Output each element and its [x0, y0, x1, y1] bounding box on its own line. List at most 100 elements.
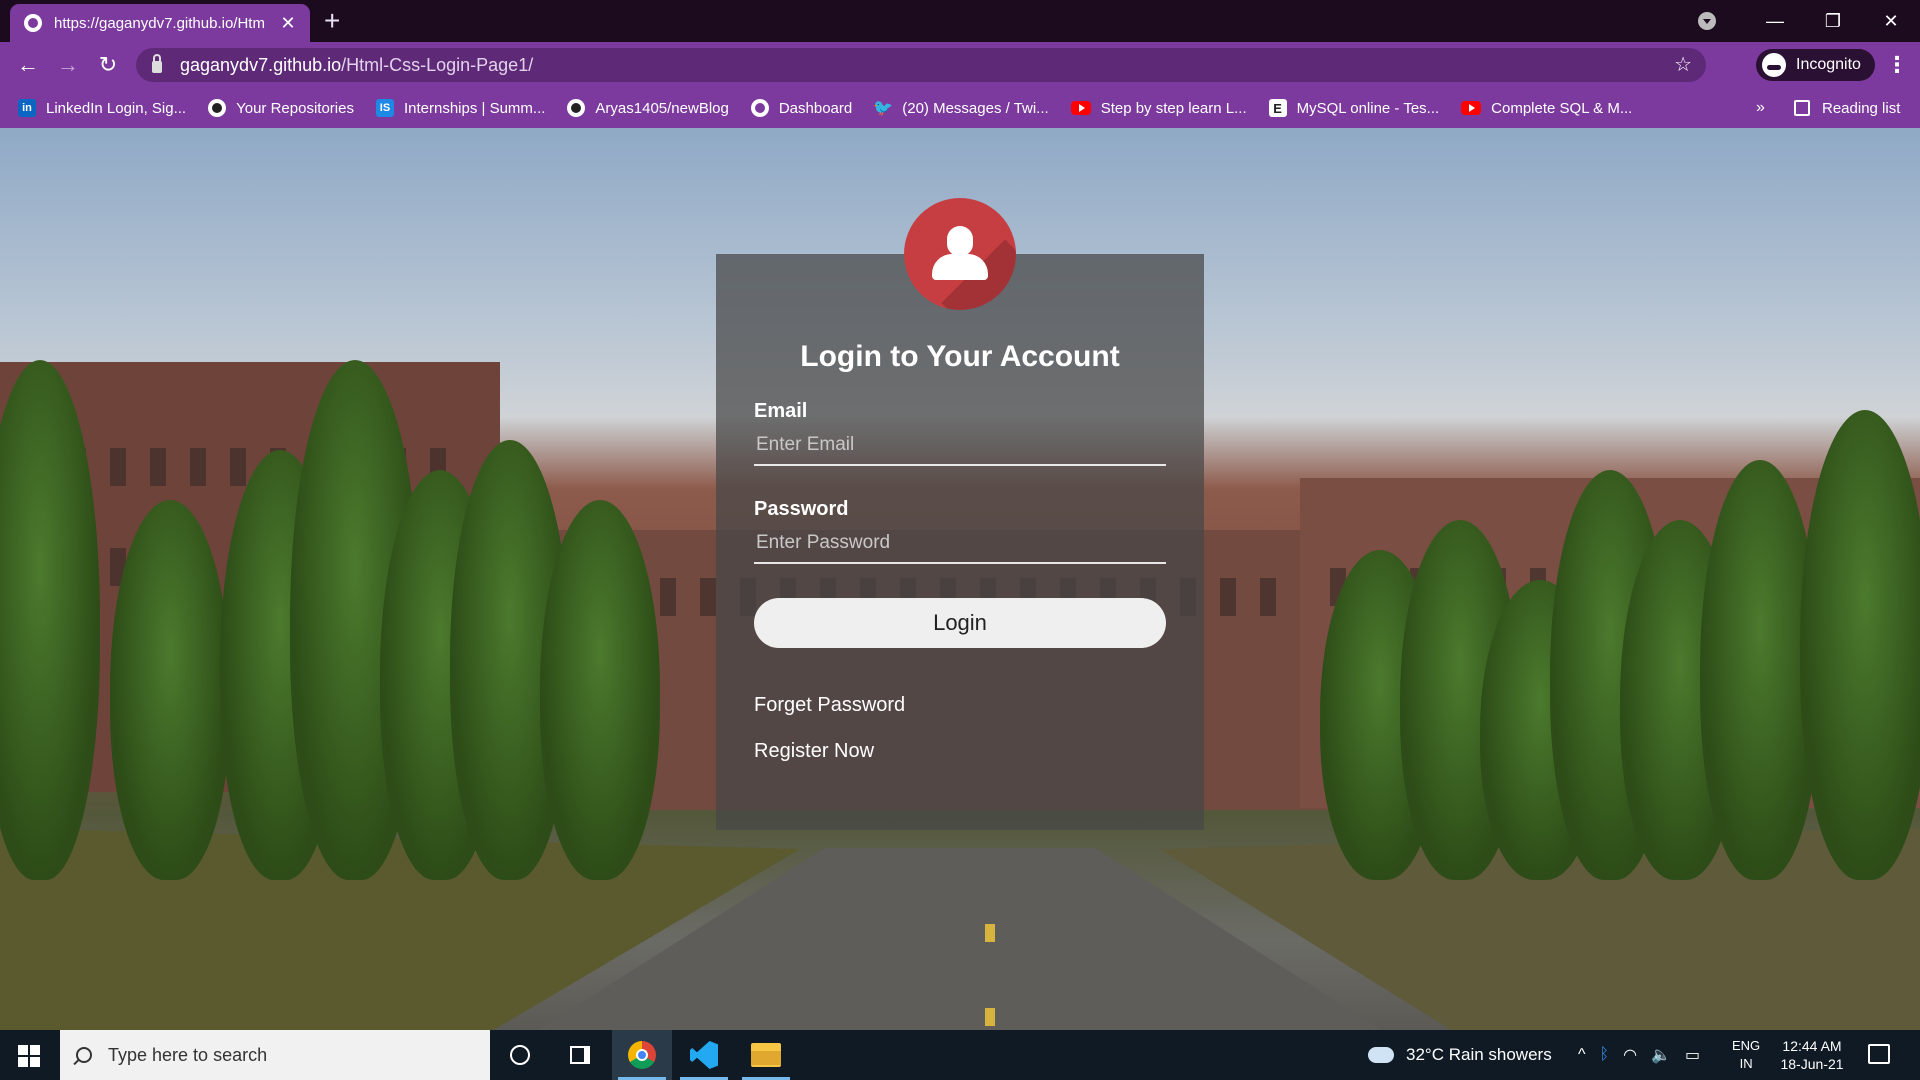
bookmark-item[interactable]: E MySQL online - Tes... [1268, 99, 1440, 117]
window-controls: — ❐ ✕ [1698, 0, 1920, 42]
taskbar-vscode[interactable] [674, 1030, 734, 1080]
tab-search-icon[interactable] [1698, 12, 1716, 30]
bookmark-item[interactable]: Aryas1405/newBlog [567, 99, 729, 117]
tab-strip: https://gaganydv7.github.io/Htm ✕ + — ❐ … [0, 0, 1920, 42]
url-host: gaganydv7.github.io [180, 54, 342, 75]
incognito-label: Incognito [1796, 56, 1861, 73]
tree [110, 500, 230, 880]
browser-toolbar: ← → ↻ gaganydv7.github.io/Html-Css-Login… [0, 42, 1920, 88]
task-view-icon [570, 1046, 590, 1064]
login-title: Login to Your Account [800, 340, 1120, 373]
volume-icon[interactable]: 🔈 [1651, 1045, 1671, 1065]
globe-icon [750, 99, 769, 117]
chrome-icon [628, 1041, 656, 1069]
address-bar[interactable]: gaganydv7.github.io/Html-Css-Login-Page1… [136, 48, 1706, 82]
forward-button[interactable]: → [48, 52, 88, 78]
lang-code: ENG [1732, 1038, 1761, 1053]
lock-icon[interactable] [152, 54, 162, 73]
vscode-icon [690, 1041, 718, 1069]
bookmark-item[interactable]: in LinkedIn Login, Sig... [18, 99, 186, 117]
chevron-up-icon[interactable]: ^ [1578, 1046, 1586, 1064]
region-code: IN [1739, 1056, 1753, 1071]
close-tab-icon[interactable]: ✕ [278, 13, 298, 34]
weather-widget[interactable]: 32°C Rain showers [1368, 1030, 1552, 1080]
task-view-button[interactable] [550, 1030, 610, 1080]
battery-icon[interactable]: ▭ [1685, 1045, 1700, 1065]
cortana-button[interactable] [490, 1030, 550, 1080]
youtube-icon [1070, 101, 1091, 115]
bookmark-item[interactable]: IS Internships | Summ... [375, 99, 546, 117]
url-path: /Html-Css-Login-Page1/ [341, 54, 534, 75]
new-tab-button[interactable]: + [324, 6, 340, 36]
bookmark-item[interactable]: Complete SQL & M... [1461, 100, 1632, 117]
incognito-badge[interactable]: Incognito [1756, 49, 1875, 81]
bookmark-label: Step by step learn L... [1100, 99, 1247, 117]
lane-marking [985, 1008, 995, 1026]
youtube-icon [1461, 101, 1482, 115]
search-icon [76, 1047, 92, 1063]
minimize-button[interactable]: — [1746, 0, 1804, 42]
bookmark-label: Dashboard [778, 99, 853, 117]
password-label: Password [754, 498, 849, 520]
system-tray: ^ ᛒ ◠ 🔈 ▭ [1578, 1030, 1700, 1080]
windows-taskbar: Type here to search 32°C Rain showers ^ … [0, 1030, 1920, 1080]
twitter-icon: 🐦 [873, 100, 894, 117]
user-avatar-icon [904, 198, 1016, 310]
linkedin-icon: in [18, 99, 36, 117]
bookmark-label: (20) Messages / Twi... [902, 99, 1049, 117]
taskbar-chrome[interactable] [612, 1030, 672, 1080]
bookmark-star-icon[interactable]: ☆ [1674, 52, 1692, 77]
tree [540, 500, 660, 880]
taskbar-file-explorer[interactable] [736, 1030, 796, 1080]
github-icon [567, 99, 586, 117]
email-label: Email [754, 400, 808, 422]
page-viewport: Login to Your Account Email Password Log… [0, 128, 1920, 1030]
search-placeholder: Type here to search [108, 1044, 268, 1065]
login-button[interactable]: Login [754, 598, 1166, 648]
lane-marking [985, 924, 995, 942]
weather-cloud-icon [1368, 1039, 1394, 1063]
tab-title: https://gaganydv7.github.io/Htm [54, 14, 265, 32]
cortana-icon [510, 1045, 530, 1065]
weather-text: 32°C Rain showers [1406, 1045, 1552, 1064]
bookmark-label: MySQL online - Tes... [1296, 99, 1440, 117]
globe-icon [24, 14, 42, 32]
wifi-icon[interactable]: ◠ [1623, 1045, 1637, 1065]
register-now-link[interactable]: Register Now [754, 740, 874, 763]
bookmark-label: Aryas1405/newBlog [595, 99, 729, 117]
more-bookmarks-button[interactable]: » [1756, 88, 1765, 128]
incognito-icon [1762, 53, 1786, 77]
back-button[interactable]: ← [8, 52, 48, 78]
taskbar-search-box[interactable]: Type here to search [60, 1030, 490, 1080]
e-icon: E [1268, 99, 1287, 117]
close-window-button[interactable]: ✕ [1862, 0, 1920, 42]
email-input[interactable] [754, 426, 1166, 466]
forget-password-link[interactable]: Forget Password [754, 694, 905, 717]
github-icon [208, 99, 227, 117]
bookmark-label: Complete SQL & M... [1491, 99, 1633, 117]
browser-menu-icon[interactable]: ⋮ [1886, 52, 1908, 78]
reading-list-label: Reading list [1822, 99, 1901, 117]
bookmarks-bar: in LinkedIn Login, Sig... Your Repositori… [0, 88, 1920, 128]
clock[interactable]: 12:44 AM 18-Jun-21 [1776, 1037, 1848, 1073]
bookmark-item[interactable]: Step by step learn L... [1070, 99, 1247, 117]
restore-button[interactable]: ❐ [1804, 0, 1862, 42]
password-input[interactable] [754, 524, 1166, 564]
clock-date: 18-Jun-21 [1780, 1056, 1844, 1072]
folder-icon [751, 1043, 781, 1067]
bookmark-item[interactable]: Your Repositories [208, 99, 354, 117]
language-indicator[interactable]: ENG IN [1732, 1037, 1760, 1073]
bookmark-item[interactable]: Dashboard [750, 99, 853, 117]
windows-start-icon[interactable] [18, 1045, 40, 1067]
bookmark-label: Internships | Summ... [403, 99, 546, 117]
bookmark-item[interactable]: 🐦 (20) Messages / Twi... [873, 99, 1049, 118]
reading-list-button[interactable]: Reading list [1794, 88, 1900, 128]
internshala-icon: IS [375, 99, 394, 117]
reading-list-icon [1794, 100, 1810, 116]
bluetooth-icon[interactable]: ᛒ [1600, 1046, 1610, 1064]
browser-tab-active[interactable]: https://gaganydv7.github.io/Htm ✕ [10, 4, 310, 42]
notification-icon[interactable] [1868, 1044, 1890, 1064]
clock-time: 12:44 AM [1782, 1038, 1842, 1054]
reload-button[interactable]: ↻ [88, 52, 128, 78]
bookmark-label: Your Repositories [236, 99, 354, 117]
